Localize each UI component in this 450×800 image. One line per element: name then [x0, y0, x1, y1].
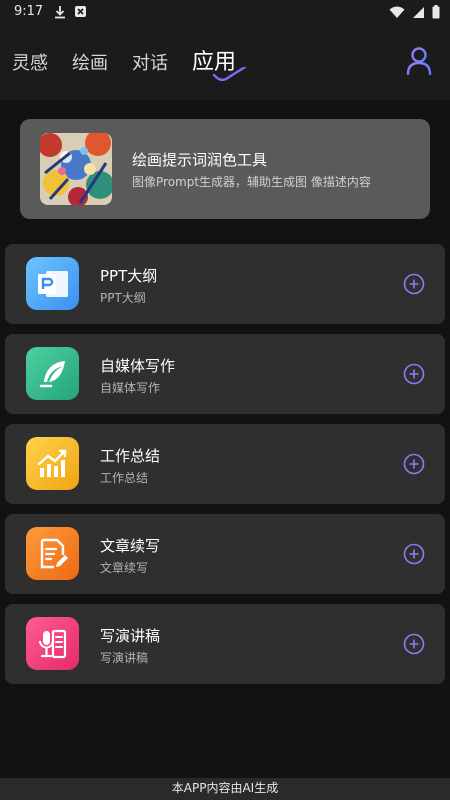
tab-inspiration[interactable]: 灵感	[12, 52, 48, 76]
app-title: 文章续写	[100, 537, 161, 555]
user-icon	[406, 47, 432, 76]
featured-title: 绘画提示词润色工具	[132, 151, 268, 169]
add-button[interactable]	[403, 363, 425, 389]
status-time: 9:17	[14, 4, 44, 19]
add-button[interactable]	[403, 633, 425, 659]
featured-thumbnail	[40, 133, 112, 205]
app-subtitle: 写演讲稿	[100, 651, 149, 665]
app-item-media-writing[interactable]: 自媒体写作 自媒体写作	[5, 334, 445, 414]
plus-circle-icon	[403, 543, 425, 565]
status-bar: 9:17	[0, 0, 450, 24]
ppt-icon	[26, 257, 79, 310]
app-item-work-summary[interactable]: 工作总结 工作总结	[5, 424, 445, 504]
app-title: 写演讲稿	[100, 627, 161, 645]
download-icon	[54, 5, 66, 19]
featured-description: 图像Prompt生成器，辅助生成图 像描述内容	[132, 175, 371, 189]
tab-painting[interactable]: 绘画	[72, 52, 108, 76]
app-title: 自媒体写作	[100, 357, 176, 375]
app-subtitle: PPT大纲	[100, 291, 146, 305]
user-profile-button[interactable]	[406, 47, 432, 79]
notification-icon	[74, 5, 87, 19]
tab-chat[interactable]: 对话	[132, 52, 168, 76]
ai-disclaimer-footer: 本APP内容由AI生成	[0, 778, 450, 800]
app-subtitle: 自媒体写作	[100, 381, 161, 395]
app-subtitle: 文章续写	[100, 561, 149, 575]
feather-icon	[26, 347, 79, 400]
tab-apps[interactable]: 应用	[192, 50, 247, 82]
signal-icon	[412, 6, 425, 19]
app-item-ppt-outline[interactable]: PPT大纲 PPT大纲	[5, 244, 445, 324]
add-button[interactable]	[403, 453, 425, 479]
app-item-speech-writing[interactable]: 写演讲稿 写演讲稿	[5, 604, 445, 684]
battery-icon	[432, 5, 440, 19]
app-title: 工作总结	[100, 447, 161, 465]
plus-circle-icon	[403, 453, 425, 475]
microphone-doc-icon	[26, 617, 79, 670]
app-title: PPT大纲	[100, 267, 158, 285]
document-edit-icon	[26, 527, 79, 580]
chart-icon	[26, 437, 79, 490]
app-content: 绘画提示词润色工具 图像Prompt生成器，辅助生成图 像描述内容 PPT大纲 …	[0, 100, 450, 778]
plus-circle-icon	[403, 273, 425, 295]
add-button[interactable]	[403, 273, 425, 299]
app-item-article-continue[interactable]: 文章续写 文章续写	[5, 514, 445, 594]
app-list: PPT大纲 PPT大纲 自媒体写作 自媒体写作 工作总结 工作总结 文章续写 文…	[5, 244, 445, 694]
top-header: 灵感 绘画 对话 应用	[0, 24, 450, 100]
plus-circle-icon	[403, 363, 425, 385]
wifi-icon	[389, 6, 405, 19]
add-button[interactable]	[403, 543, 425, 569]
active-tab-checkmark-icon	[212, 67, 247, 82]
plus-circle-icon	[403, 633, 425, 655]
category-tabs: 灵感 绘画 对话 应用	[12, 50, 260, 82]
featured-tool-card[interactable]: 绘画提示词润色工具 图像Prompt生成器，辅助生成图 像描述内容	[20, 119, 430, 219]
app-subtitle: 工作总结	[100, 471, 149, 485]
